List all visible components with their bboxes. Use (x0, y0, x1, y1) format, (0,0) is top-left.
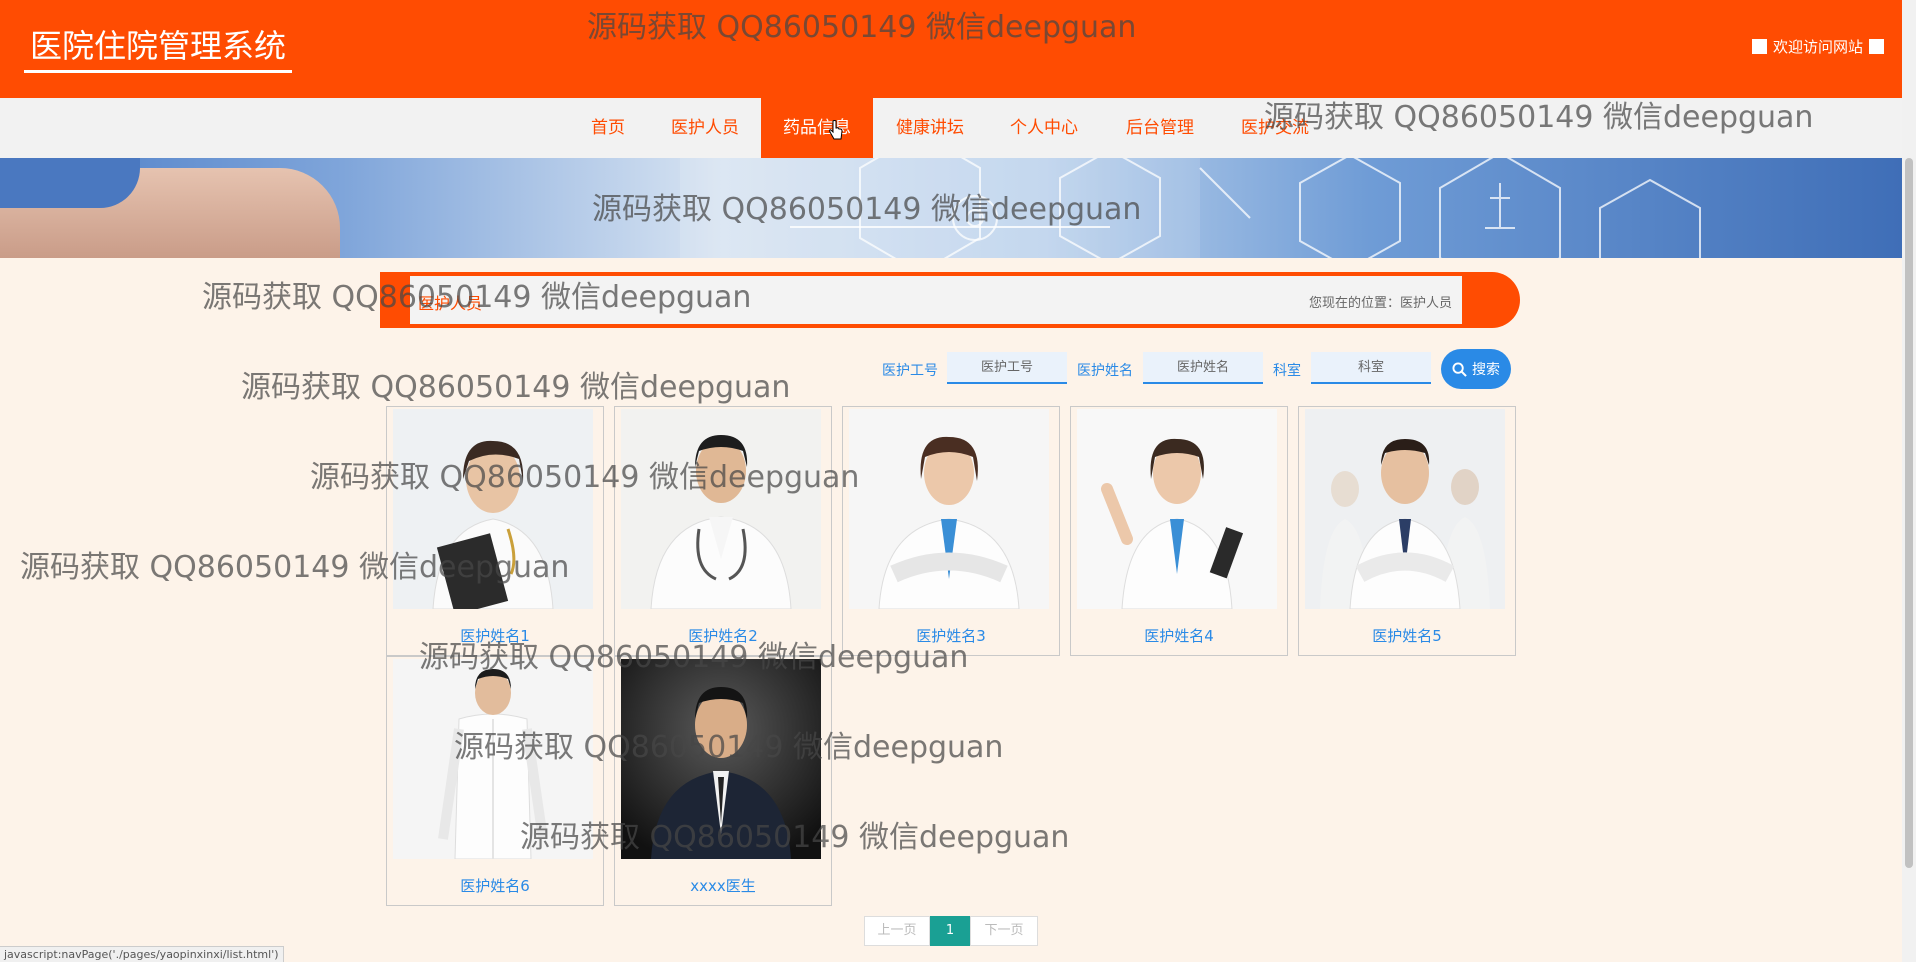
staff-name-input[interactable] (1143, 352, 1263, 384)
staff-photo[interactable] (621, 409, 821, 609)
staff-photo[interactable] (849, 409, 1049, 609)
staff-photo[interactable] (621, 659, 821, 859)
staff-name[interactable]: 医护姓名2 (615, 625, 831, 646)
section-title: 医护人员 (418, 294, 483, 313)
site-header: 医院住院管理系统 欢迎访问网站 (0, 0, 1902, 98)
staff-name[interactable]: 医护姓名3 (843, 625, 1059, 646)
staff-card[interactable]: xxxx医生 (614, 656, 832, 906)
browser-status-bar: javascript:navPage('./pages/yaopinxinxi/… (0, 946, 284, 962)
medical-hexagon-graphic (680, 158, 1701, 258)
scrollbar-thumb[interactable] (1905, 158, 1913, 868)
staff-name[interactable]: 医护姓名4 (1071, 625, 1287, 646)
department-label: 科室 (1273, 363, 1301, 379)
staff-card[interactable]: 医护姓名1 (386, 406, 604, 656)
staff-name[interactable]: xxxx医生 (615, 875, 831, 896)
nav-item-staff[interactable]: 医护人员 (660, 98, 750, 158)
staff-photo[interactable] (393, 659, 593, 859)
nav-item-personal-center[interactable]: 个人中心 (999, 98, 1089, 158)
search-button-label: 搜索 (1472, 362, 1500, 378)
pagination: 上一页 1 下一页 (864, 916, 1038, 946)
staff-card[interactable]: 医护姓名2 (614, 406, 832, 656)
page-scrollbar[interactable] (1902, 0, 1916, 962)
staff-photo[interactable] (1077, 409, 1277, 609)
staff-card[interactable]: 医护姓名4 (1070, 406, 1288, 656)
breadcrumb: 您现在的位置：医护人员 (1308, 296, 1452, 311)
staff-photo[interactable] (1305, 409, 1505, 609)
staff-photo[interactable] (393, 409, 593, 609)
staff-card[interactable]: 医护姓名3 (842, 406, 1060, 656)
watermark-text: 源码获取 QQ86050149 微信deepguan (241, 370, 791, 405)
welcome-text[interactable]: 欢迎访问网站 (1773, 36, 1863, 57)
hand-cursor-icon (829, 120, 843, 140)
doctor-photo-4 (1077, 409, 1277, 609)
next-page-button[interactable]: 下一页 (970, 916, 1038, 946)
hero-banner (0, 158, 1902, 258)
staff-name[interactable]: 医护姓名1 (387, 625, 603, 646)
nav-item-medicine[interactable]: 药品信息 (761, 98, 873, 158)
square-icon (1869, 39, 1884, 54)
staff-id-input[interactable] (947, 352, 1067, 384)
section-title-bar: 医护人员 您现在的位置：医护人员 (380, 272, 1520, 328)
doctor-photo-6 (393, 659, 593, 859)
search-icon (1452, 361, 1467, 377)
staff-name[interactable]: 医护姓名5 (1299, 625, 1515, 646)
nav-item-admin[interactable]: 后台管理 (1115, 98, 1205, 158)
square-icon (1751, 39, 1767, 54)
doctor-photo-1 (393, 409, 593, 609)
staff-card[interactable]: 医护姓名5 (1298, 406, 1516, 656)
main-nav: 首页 医护人员 药品信息 健康讲坛 个人中心 后台管理 医护交流 (0, 98, 1902, 158)
doctor-photo-2 (621, 409, 821, 609)
banner-divider (790, 226, 1110, 228)
nav-item-health-lecture[interactable]: 健康讲坛 (885, 98, 975, 158)
page-1-button[interactable]: 1 (930, 916, 970, 946)
doctor-photo-5 (1305, 409, 1505, 609)
staff-card[interactable]: 医护姓名6 (386, 656, 604, 906)
doctor-photo-3 (849, 409, 1049, 609)
prev-page-button[interactable]: 上一页 (864, 916, 930, 946)
department-input[interactable] (1311, 352, 1431, 384)
nav-item-communication[interactable]: 医护交流 (1230, 98, 1320, 158)
staff-name-label: 医护姓名 (1077, 363, 1133, 379)
nav-item-home[interactable]: 首页 (574, 98, 642, 158)
welcome-area: 欢迎访问网站 (1751, 36, 1884, 57)
search-button[interactable]: 搜索 (1441, 349, 1511, 389)
doctor-photo-7 (621, 659, 821, 859)
site-logo[interactable]: 医院住院管理系统 (24, 24, 293, 73)
section-title-inner: 医护人员 您现在的位置：医护人员 (410, 276, 1462, 324)
staff-id-label: 医护工号 (882, 363, 938, 379)
staff-name[interactable]: 医护姓名6 (387, 875, 603, 896)
